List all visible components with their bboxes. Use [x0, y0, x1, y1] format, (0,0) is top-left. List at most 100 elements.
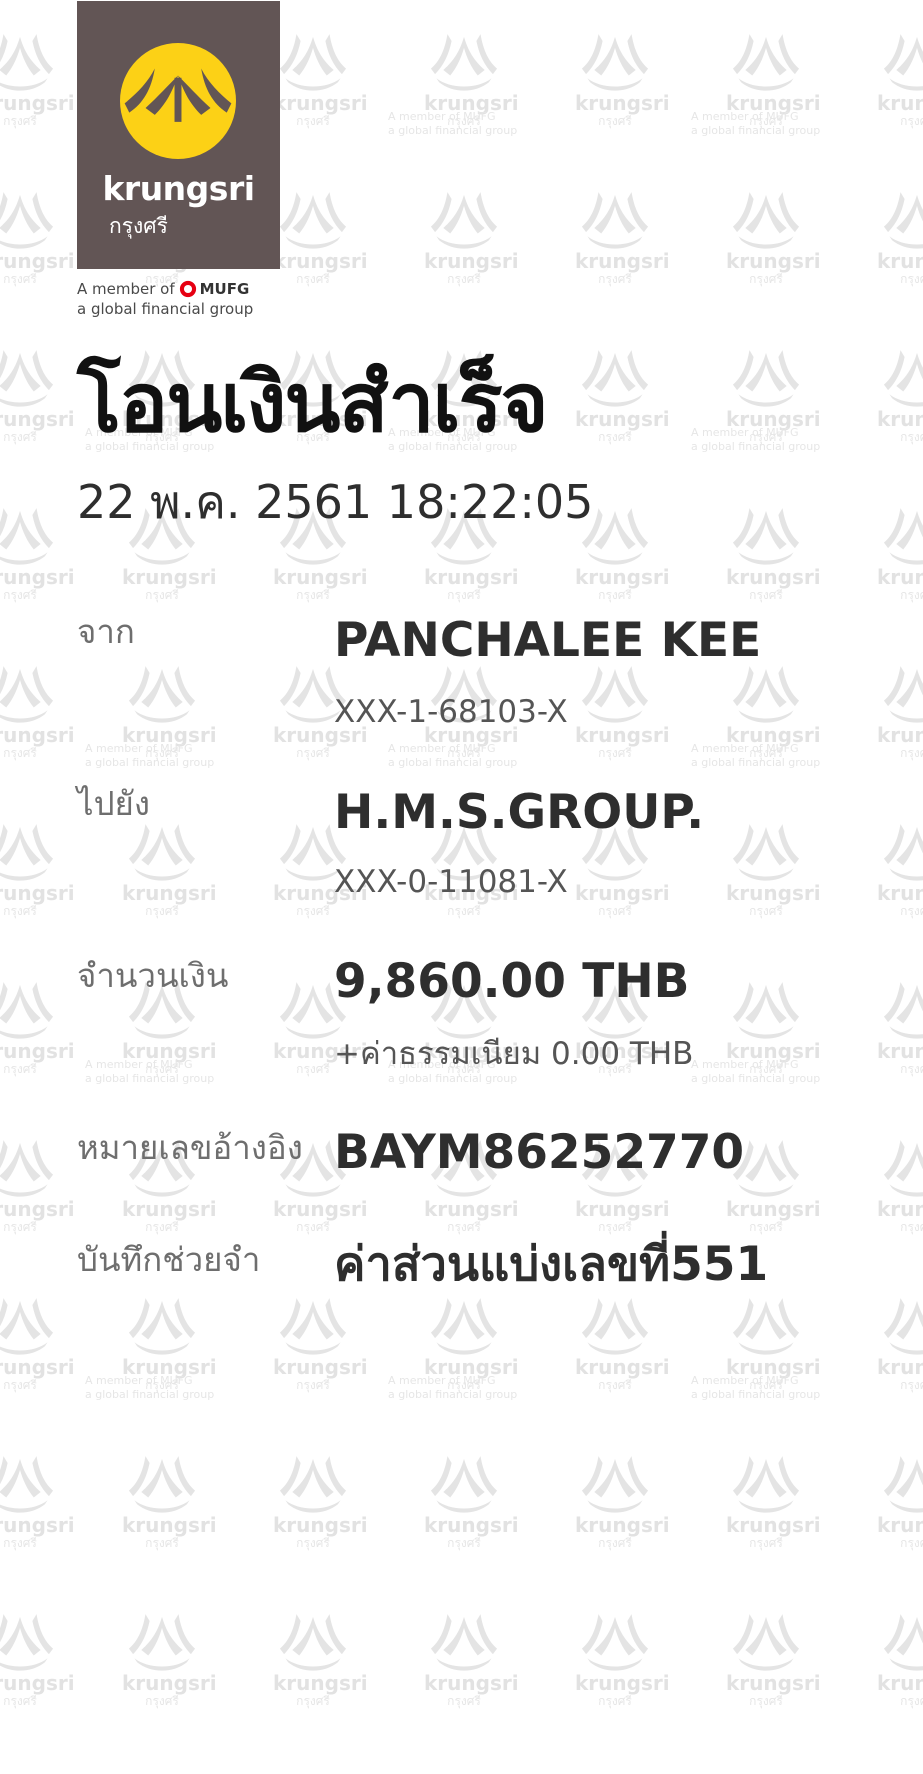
watermark-thai: กรุงศรี [3, 272, 37, 286]
watermark-word: krungsri [122, 1671, 217, 1695]
watermark-tile: krungsriกรุงศรี [575, 1294, 670, 1394]
reference-label: หมายเลขอ้างอิง [77, 1128, 303, 1167]
member-brand: MUFG [199, 280, 250, 298]
to-label: ไปยัง [77, 784, 150, 823]
watermark-emblem-icon [0, 824, 54, 881]
watermark-word: krungsri [0, 407, 75, 431]
amount-label: จำนวนเงิน [77, 956, 229, 995]
page-title: โอนเงินสำเร็จ [77, 356, 549, 451]
watermark-tile: krungsriกรุงศรี [877, 1136, 923, 1236]
watermark-member-text: A member of MUFGa global financial group [691, 1058, 821, 1085]
watermark-tile: krungsriกรุงศรี [0, 662, 75, 762]
watermark-word: krungsri [122, 565, 217, 589]
watermark-tile: krungsriกรุงศรี [877, 504, 923, 604]
watermark-word: krungsri [0, 565, 75, 589]
watermark-emblem-icon [128, 1456, 196, 1513]
watermark-tile: krungsriกรุงศรี [726, 1452, 821, 1552]
watermark-thai: กรุงศรี [900, 272, 923, 286]
watermark-thai: กรุงศรี [447, 1694, 481, 1708]
watermark-word: krungsri [877, 723, 923, 747]
watermark-word: krungsri [575, 1513, 670, 1537]
watermark-emblem-icon [732, 1614, 800, 1671]
watermark-emblem-icon [883, 1456, 923, 1513]
watermark-word: krungsri [877, 881, 923, 905]
watermark-thai: กรุงศรี [749, 1536, 783, 1550]
watermark-word: krungsri [122, 1513, 217, 1537]
watermark-tile: krungsriกรุงศรี [877, 662, 923, 762]
watermark-word: krungsri [575, 1355, 670, 1379]
watermark-emblem-icon [883, 982, 923, 1039]
watermark-word: krungsri [122, 1197, 217, 1221]
watermark-word: krungsri [122, 881, 217, 905]
watermark-tile: krungsriกรุงศรี [0, 30, 75, 130]
watermark-tile: krungsriกรุงศรี [0, 820, 75, 920]
watermark-tile: krungsriกรุงศรี [726, 1610, 821, 1710]
watermark-word: krungsri [877, 1197, 923, 1221]
watermark-tile: krungsriกรุงศรี [575, 346, 670, 446]
watermark-thai: กรุงศรี [598, 588, 632, 602]
mufg-member-line: A member of MUFG a global financial group [77, 279, 253, 319]
watermark-thai: กรุงศรี [447, 588, 481, 602]
watermark-tile: krungsriกรุงศรี [575, 30, 670, 130]
watermark-word: krungsri [273, 1671, 368, 1695]
watermark-emblem-icon [279, 1456, 347, 1513]
reference-value: BAYM86252770 [334, 1125, 745, 1180]
to-name: H.M.S.GROUP. [334, 785, 705, 840]
watermark-thai: กรุงศรี [3, 1220, 37, 1234]
watermark-thai: กรุงศรี [447, 1536, 481, 1550]
watermark-tile: krungsriกรุงศรี [0, 188, 75, 288]
watermark-emblem-icon [128, 1298, 196, 1355]
watermark-emblem-icon [581, 350, 649, 407]
watermark-thai: กรุงศรี [3, 1062, 37, 1076]
watermark-word: krungsri [575, 1197, 670, 1221]
watermark-tile: krungsriกรุงศรี [877, 1294, 923, 1394]
watermark-thai: กรุงศรี [145, 1536, 179, 1550]
watermark-thai: กรุงศรี [598, 746, 632, 760]
fee-value: +ค่าธรรมเนียม 0.00 THB [334, 1036, 694, 1072]
watermark-word: krungsri [273, 1355, 368, 1379]
krungsri-emblem-icon [120, 43, 236, 159]
watermark-word: krungsri [424, 249, 519, 273]
watermark-thai: กรุงศรี [296, 114, 330, 128]
watermark-thai: กรุงศรี [447, 1220, 481, 1234]
watermark-emblem-icon [430, 1298, 498, 1355]
watermark-word: krungsri [0, 1513, 75, 1537]
watermark-word: krungsri [273, 1197, 368, 1221]
watermark-emblem-icon [430, 192, 498, 249]
watermark-word: krungsri [726, 1197, 821, 1221]
watermark-tile: krungsriกรุงศรี [726, 820, 821, 920]
watermark-emblem-icon [0, 1140, 54, 1197]
watermark-word: krungsri [877, 407, 923, 431]
watermark-emblem-icon [430, 34, 498, 91]
watermark-thai: กรุงศรี [598, 904, 632, 918]
watermark-emblem-icon [0, 1614, 54, 1671]
watermark-word: krungsri [273, 565, 368, 589]
watermark-tile: krungsriกรุงศรี [0, 978, 75, 1078]
logo-wordmark: krungsri [102, 169, 255, 208]
watermark-tile: krungsriกรุงศรี [273, 188, 368, 288]
watermark-tile: krungsriกรุงศรี [575, 1452, 670, 1552]
watermark-emblem-icon [732, 508, 800, 565]
watermark-emblem-icon [430, 1456, 498, 1513]
watermark-thai: กรุงศรี [900, 114, 923, 128]
memo-value: ค่าส่วนแบ่งเลขที่551 [334, 1237, 769, 1292]
watermark-tile: krungsriกรุงศรี [0, 346, 75, 446]
watermark-thai: กรุงศรี [296, 1694, 330, 1708]
watermark-word: krungsri [424, 1197, 519, 1221]
watermark-thai: กรุงศรี [598, 1378, 632, 1392]
watermark-thai: กรุงศรี [749, 1694, 783, 1708]
watermark-emblem-icon [883, 1614, 923, 1671]
watermark-emblem-icon [883, 34, 923, 91]
logo-thai-wordmark: กรุงศรี [109, 214, 168, 238]
watermark-word: krungsri [273, 91, 368, 115]
watermark-emblem-icon [732, 666, 800, 723]
watermark-word: krungsri [726, 1671, 821, 1695]
watermark-tile: krungsriกรุงศรี [0, 1452, 75, 1552]
watermark-emblem-icon [581, 666, 649, 723]
watermark-word: krungsri [877, 1039, 923, 1063]
watermark-emblem-icon [732, 824, 800, 881]
watermark-tile: krungsriกรุงศรี [273, 30, 368, 130]
watermark-thai: กรุงศรี [900, 430, 923, 444]
watermark-emblem-icon [732, 1456, 800, 1513]
watermark-emblem-icon [581, 192, 649, 249]
